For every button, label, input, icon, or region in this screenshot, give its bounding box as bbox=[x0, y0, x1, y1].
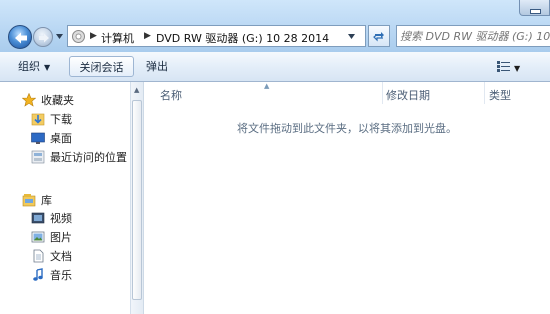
nav-item-label: 图片 bbox=[50, 231, 72, 244]
libraries-icon bbox=[22, 193, 36, 207]
documents-library-icon bbox=[31, 249, 45, 263]
nav-item-music[interactable]: 音乐 bbox=[31, 266, 72, 284]
nav-item-documents[interactable]: 文档 bbox=[31, 247, 72, 265]
nav-item-label: 文档 bbox=[50, 250, 72, 263]
dvd-drive-icon bbox=[72, 30, 85, 43]
nav-libraries-header[interactable]: 库 bbox=[22, 191, 52, 209]
nav-item-downloads[interactable]: 下载 bbox=[31, 110, 72, 128]
downloads-folder-icon bbox=[31, 112, 45, 126]
command-bar: 组织 ▼ 关闭会话 弹出 ▼ bbox=[0, 52, 550, 82]
empty-folder-message: 将文件拖动到此文件夹，以将其添加到光盘。 bbox=[237, 122, 457, 135]
breadcrumb-computer[interactable]: 计算机 bbox=[101, 30, 134, 46]
desktop-icon bbox=[31, 131, 45, 145]
search-input[interactable] bbox=[400, 28, 550, 44]
address-bar[interactable]: ▶ 计算机 ▶ DVD RW 驱动器 (G:) 10 28 2014 bbox=[67, 25, 366, 47]
minimize-button[interactable] bbox=[519, 0, 550, 16]
refresh-arrows-icon bbox=[373, 32, 384, 42]
nav-item-label: 音乐 bbox=[50, 269, 72, 282]
back-button[interactable] bbox=[8, 25, 32, 49]
nav-item-desktop[interactable]: 桌面 bbox=[31, 129, 72, 147]
breadcrumb-separator-icon[interactable]: ▶ bbox=[90, 31, 97, 41]
column-divider[interactable] bbox=[382, 82, 383, 104]
breadcrumb-dvd-drive[interactable]: DVD RW 驱动器 (G:) 10 28 2014 bbox=[156, 30, 329, 46]
eject-button[interactable]: 弹出 bbox=[140, 56, 174, 77]
nav-favorites-header[interactable]: 收藏夹 bbox=[21, 91, 74, 109]
chevron-down-icon: ▼ bbox=[44, 63, 51, 72]
organize-menu-button[interactable]: 组织 ▼ bbox=[12, 56, 56, 77]
organize-label: 组织 bbox=[18, 60, 40, 73]
history-dropdown-icon[interactable] bbox=[56, 34, 63, 40]
nav-item-label: 桌面 bbox=[50, 132, 72, 145]
nav-item-recent-places[interactable]: 最近访问的位置 bbox=[31, 148, 127, 166]
nav-item-label: 最近访问的位置 bbox=[50, 151, 127, 164]
column-divider[interactable] bbox=[484, 82, 485, 104]
music-library-icon bbox=[31, 268, 45, 282]
file-list: ▲ 名称 修改日期 类型 将文件拖动到此文件夹，以将其添加到光盘。 bbox=[144, 82, 550, 314]
scrollbar-thumb[interactable] bbox=[132, 100, 142, 300]
sort-ascending-icon: ▲ bbox=[264, 82, 270, 90]
column-header-type[interactable]: 类型 bbox=[489, 87, 511, 103]
forward-arrow-icon bbox=[39, 33, 49, 43]
nav-item-pictures[interactable]: 图片 bbox=[31, 228, 72, 246]
nav-item-label: 下载 bbox=[50, 113, 72, 126]
nav-favorites-label: 收藏夹 bbox=[41, 94, 74, 107]
view-options-icon[interactable] bbox=[497, 61, 510, 72]
nav-item-label: 视频 bbox=[50, 212, 72, 225]
refresh-button[interactable] bbox=[368, 25, 390, 47]
column-header-modified[interactable]: 修改日期 bbox=[386, 87, 430, 103]
forward-button[interactable] bbox=[33, 27, 53, 47]
scroll-up-icon[interactable]: ▲ bbox=[134, 86, 139, 94]
close-session-button[interactable]: 关闭会话 bbox=[69, 56, 134, 77]
navigation-pane: 收藏夹 下载 桌面 最近访问的位置 库 视频 图片 文档 音乐 bbox=[0, 82, 130, 314]
view-dropdown-icon[interactable]: ▼ bbox=[514, 64, 520, 73]
nav-item-videos[interactable]: 视频 bbox=[31, 209, 72, 227]
address-dropdown-icon[interactable] bbox=[348, 34, 355, 39]
recent-places-icon bbox=[31, 150, 45, 164]
window-chrome: ▶ 计算机 ▶ DVD RW 驱动器 (G:) 10 28 2014 bbox=[0, 0, 550, 52]
column-header-name[interactable]: 名称 bbox=[160, 87, 182, 103]
nav-libraries-label: 库 bbox=[41, 194, 52, 207]
back-arrow-icon bbox=[15, 32, 27, 44]
pictures-library-icon bbox=[31, 230, 45, 244]
search-box[interactable] bbox=[396, 25, 550, 47]
star-icon bbox=[21, 92, 37, 107]
breadcrumb-separator-icon[interactable]: ▶ bbox=[144, 31, 151, 41]
videos-library-icon bbox=[31, 211, 45, 225]
